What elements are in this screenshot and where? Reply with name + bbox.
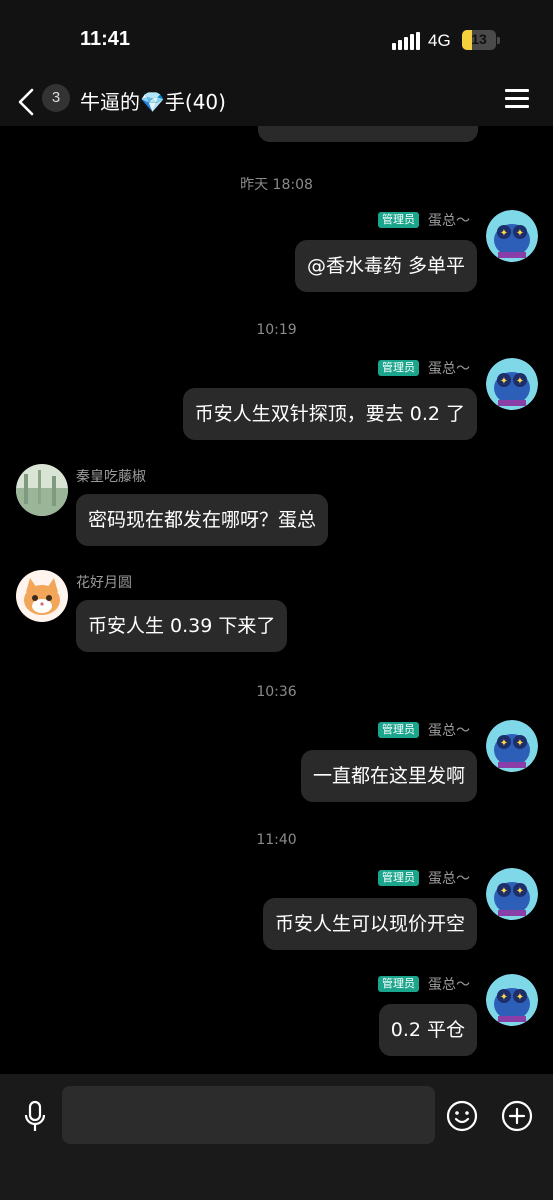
sender-name: 花好月圆 — [76, 575, 132, 591]
message-bubble[interactable]: 币安人生 0.39 下来了 — [76, 600, 288, 652]
admin-badge: 管理员 — [378, 360, 419, 376]
chat-title: 牛逼的💎手(40) — [80, 90, 226, 114]
message-bubble[interactable]: @香水毒药 多单平 — [294, 240, 477, 292]
frog-avatar-icon: ✦ ✦ — [486, 358, 538, 410]
svg-text:✦: ✦ — [516, 992, 524, 1003]
battery-icon: 13 — [462, 30, 496, 50]
message-bubble[interactable]: 0.2 平仓 — [378, 1004, 477, 1056]
avatar[interactable] — [16, 464, 68, 516]
message-input[interactable] — [62, 1086, 435, 1144]
landscape-avatar-icon — [16, 464, 68, 516]
avatar[interactable]: ✦ ✦ — [486, 974, 538, 1026]
microphone-icon[interactable] — [22, 1100, 48, 1134]
svg-text:✦: ✦ — [500, 886, 508, 897]
admin-badge: 管理员 — [378, 870, 419, 886]
network-type: 4G — [428, 31, 451, 50]
frog-avatar-icon: ✦ ✦ — [486, 868, 538, 920]
sender-name: 蛋总～ — [428, 871, 470, 887]
svg-text:✦: ✦ — [500, 992, 508, 1003]
timestamp: 10:19 — [256, 322, 297, 338]
status-time: 11:41 — [80, 28, 131, 50]
sender-name: 秦皇吃藤椒 — [76, 469, 146, 485]
admin-badge: 管理员 — [378, 722, 419, 738]
timestamp: 11:40 — [256, 832, 297, 848]
unread-count-badge[interactable]: 3 — [42, 84, 70, 112]
sender-name: 蛋总～ — [428, 723, 470, 739]
emoji-icon[interactable] — [446, 1100, 478, 1132]
svg-text:✦: ✦ — [516, 376, 524, 387]
message-bubble[interactable]: 币安人生可以现价开空 — [262, 898, 477, 950]
back-arrow-icon[interactable] — [14, 84, 40, 120]
battery-tip — [497, 37, 500, 44]
frog-avatar-icon: ✦ ✦ — [486, 974, 538, 1026]
message-bubble[interactable]: 一直都在这里发啊 — [300, 750, 477, 802]
avatar[interactable]: ✦ ✦ — [486, 358, 538, 410]
plus-icon[interactable] — [501, 1100, 533, 1132]
frog-avatar-icon: ✦ ✦ — [486, 720, 538, 772]
svg-text:✦: ✦ — [500, 228, 508, 239]
message-bubble[interactable]: 币安人生双针探顶，要去 0.2 了 — [182, 388, 477, 440]
avatar[interactable]: ✦ ✦ — [486, 210, 538, 262]
avatar[interactable] — [16, 570, 68, 622]
svg-text:✦: ✦ — [516, 228, 524, 239]
cat-avatar-icon — [16, 570, 68, 622]
frog-avatar-icon: ✦ ✦ — [486, 210, 538, 262]
battery-level: 13 — [471, 31, 487, 47]
menu-icon[interactable] — [505, 89, 529, 109]
sender-name: 蛋总～ — [428, 213, 470, 229]
timestamp: 10:36 — [256, 684, 297, 700]
svg-text:✦: ✦ — [500, 376, 508, 387]
svg-text:✦: ✦ — [516, 738, 524, 749]
admin-badge: 管理员 — [378, 212, 419, 228]
timestamp: 昨天 18:08 — [240, 177, 313, 193]
message-bubble[interactable]: 密码现在都发在哪呀？蛋总 — [76, 494, 329, 546]
admin-badge: 管理员 — [378, 976, 419, 992]
message-list[interactable]: 昨天 18:08 管理员 蛋总～ ✦ ✦ @香水毒药 多单平 10:19 管理员 … — [0, 126, 553, 1074]
svg-text:✦: ✦ — [516, 886, 524, 897]
sender-name: 蛋总～ — [428, 361, 470, 377]
avatar[interactable]: ✦ ✦ — [486, 868, 538, 920]
avatar[interactable]: ✦ ✦ — [486, 720, 538, 772]
signal-icon — [392, 32, 420, 50]
message-bubble-partial[interactable] — [258, 126, 478, 142]
sender-name: 蛋总～ — [428, 977, 470, 993]
svg-text:✦: ✦ — [500, 738, 508, 749]
